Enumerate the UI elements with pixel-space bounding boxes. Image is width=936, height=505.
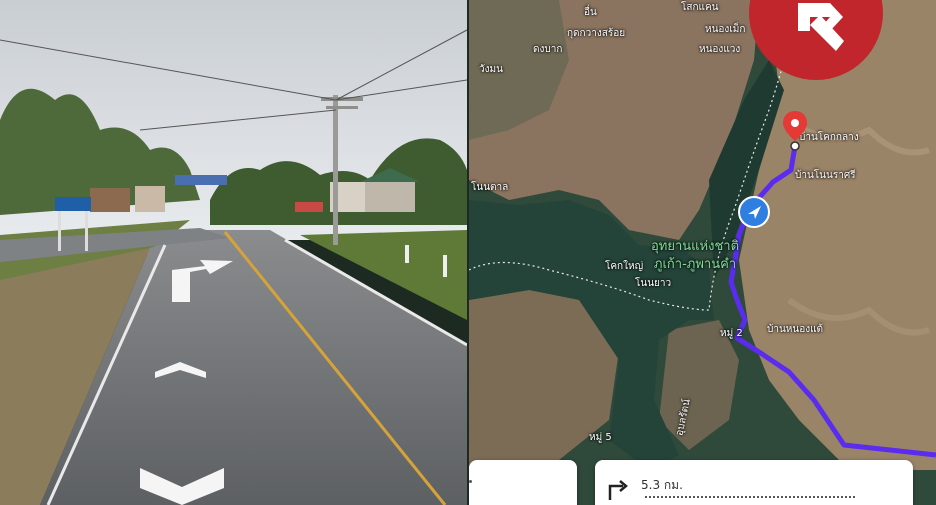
chevron-down-icon[interactable]	[140, 468, 224, 505]
step-distance: 5.3 กม.	[641, 478, 683, 492]
turn-right-arrow-icon[interactable]	[172, 260, 233, 302]
place-label: หนองเม็ก	[705, 24, 746, 35]
place-label: หมู่ 5	[589, 432, 612, 443]
chevron-up-icon[interactable]	[155, 362, 206, 378]
satellite-map[interactable]: อื่น โสกแคน หนองเม็ก กุดกวางสร้อย ดงบาก …	[469, 0, 936, 505]
place-label: บ้านหนองแต้	[767, 324, 824, 335]
national-park-label: อุทยานแห่งชาติ ภูเก้า-ภูพานคำ	[651, 238, 739, 274]
park-name-line2: ภูเก้า-ภูพานคำ	[653, 257, 737, 272]
place-label: อื่น	[584, 7, 597, 18]
park-name-line1: อุทยานแห่งชาติ	[651, 239, 740, 254]
step-instruction-truncated	[645, 496, 855, 503]
destination-pin-icon[interactable]	[781, 111, 809, 151]
place-label: กุดกวางสร้อย	[567, 28, 626, 39]
place-label: หมู่ 2	[720, 328, 743, 339]
card-dot	[469, 480, 472, 483]
direction-card-previous[interactable]	[469, 460, 577, 505]
place-label: บ้านโนนราศรี	[795, 170, 856, 181]
place-label: โนนตาล	[471, 182, 509, 193]
place-label: โนนยาว	[635, 278, 672, 289]
current-location-icon[interactable]	[737, 195, 771, 229]
place-label: โสกแคน	[681, 2, 719, 13]
navigation-arrows	[140, 260, 233, 505]
place-label: วังมน	[479, 64, 503, 75]
direction-card-current[interactable]: 5.3 กม.	[595, 460, 913, 505]
place-label: ดงบาก	[533, 44, 563, 55]
turn-right-icon	[608, 480, 628, 500]
place-label: หนองแวง	[699, 44, 741, 55]
street-view-panel[interactable]	[0, 0, 467, 505]
place-label: โคกใหญ่	[605, 261, 644, 272]
brand-logo	[749, 0, 883, 80]
